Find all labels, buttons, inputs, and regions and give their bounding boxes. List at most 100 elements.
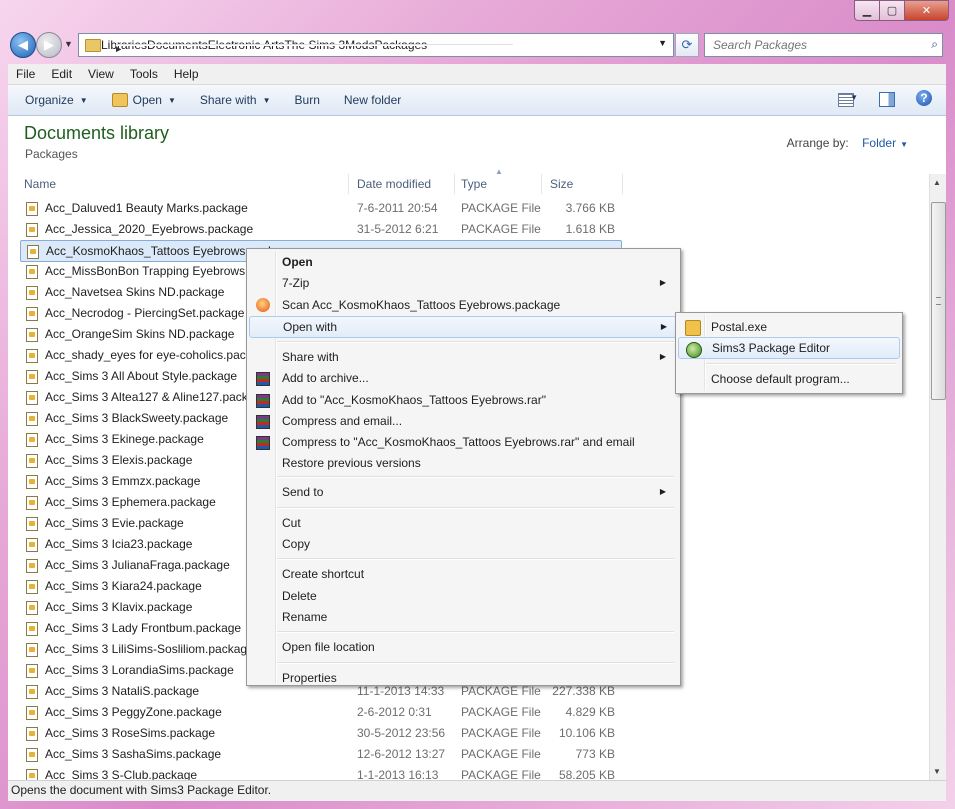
menu-item[interactable]: Create shortcut	[249, 563, 676, 585]
menu-item-label: Compress to "Acc_KosmoKhaos_Tattoos Eyeb…	[282, 435, 635, 450]
package-file-icon	[26, 223, 38, 237]
package-file-icon	[26, 454, 38, 468]
menu-view[interactable]: View	[80, 67, 122, 81]
menu-item[interactable]: Delete	[249, 585, 676, 607]
file-row[interactable]: Acc_Sims 3 PeggyZone.package 2-6-2012 0:3…	[20, 702, 620, 722]
close-button[interactable]: ✕	[905, 0, 949, 21]
menu-bar: File Edit View Tools Help	[8, 64, 946, 85]
open-button[interactable]: Open ▼	[111, 93, 176, 107]
menu-item[interactable]: Restore previous versions	[249, 452, 676, 474]
menu-item-label: Delete	[282, 588, 317, 603]
package-file-icon	[26, 265, 38, 279]
new-folder-button[interactable]: New folder	[344, 93, 401, 107]
file-name: Acc_Sims 3 LorandiaSims.package	[45, 663, 234, 677]
file-name: Acc_Sims 3 Elexis.package	[45, 453, 193, 467]
forward-button[interactable]: ▶	[36, 32, 62, 58]
package-file-icon	[26, 664, 38, 678]
menu-item[interactable]: 7-Zip ▶	[249, 272, 676, 294]
search-box[interactable]: ⌕	[704, 33, 943, 57]
menu-item[interactable]: Open file location	[249, 636, 676, 658]
column-header-date[interactable]: Date modified	[357, 174, 455, 194]
menu-file[interactable]: File	[8, 67, 43, 81]
menu-item[interactable]: Compress to "Acc_KosmoKhaos_Tattoos Eyeb…	[249, 431, 676, 453]
menu-item-label: Choose default program...	[711, 371, 850, 386]
library-title: Documents library	[24, 123, 170, 143]
package-file-icon	[26, 748, 38, 762]
menu-item[interactable]: Open	[249, 251, 676, 273]
file-name: Acc_Sims 3 Icia23.package	[45, 537, 193, 551]
file-row[interactable]: Acc_Sims 3 SashaSims.package 12-6-2012 13…	[20, 744, 620, 764]
menu-tools[interactable]: Tools	[122, 67, 166, 81]
recent-pages-dropdown[interactable]: ▼	[64, 39, 73, 49]
menu-item-label: Send to	[282, 485, 324, 500]
menu-item[interactable]: Choose default program...	[678, 368, 898, 390]
maximize-button[interactable]: ▢	[880, 0, 905, 21]
file-row[interactable]: Acc_Daluved1 Beauty Marks.package 7-6-201…	[20, 198, 620, 218]
breadcrumb: ▸Libraries▸Documents▸Electronic Arts▸The…	[101, 38, 513, 55]
menu-item-label: Restore previous versions	[282, 456, 421, 471]
file-name: Acc_Sims 3 Altea127 & Aline127.package	[45, 390, 268, 404]
search-icon[interactable]: ⌕	[931, 37, 938, 52]
menu-item[interactable]: Scan Acc_KosmoKhaos_Tattoos Eyebrows.pac…	[249, 294, 676, 316]
file-name: Acc_Sims 3 RoseSims.package	[45, 726, 216, 740]
menu-item[interactable]: Copy	[249, 533, 676, 555]
open-with-submenu: Postal.exe Sims3 Package Editor Choose def…	[675, 312, 903, 394]
file-type: PACKAGE File	[461, 222, 541, 236]
menu-item[interactable]: Add to "Acc_KosmoKhaos_Tattoos Eyebrows.…	[249, 389, 676, 411]
address-bar[interactable]: ▸Libraries▸Documents▸Electronic Arts▸The…	[78, 33, 674, 57]
date-modified: 31-5-2012 6:21	[357, 222, 439, 236]
chevron-right-icon[interactable]: ▸	[116, 44, 513, 55]
sort-ascending-icon: ▲	[495, 167, 503, 176]
file-name: Acc_shady_eyes for eye-coholics.package	[45, 348, 272, 362]
file-name: Acc_Sims 3 S-Club.package	[45, 768, 198, 780]
caption-buttons: ▁ ▢ ✕	[854, 0, 949, 21]
menu-item[interactable]: Rename	[249, 606, 676, 628]
back-button[interactable]: ◀	[10, 32, 36, 58]
package-file-icon	[26, 496, 38, 510]
file-name: Acc_Sims 3 Ephemera.package	[45, 495, 216, 509]
scrollbar-thumb[interactable]	[931, 202, 946, 400]
column-header-type[interactable]: Type	[461, 174, 542, 194]
file-row[interactable]: Acc_Sims 3 RoseSims.package 30-5-2012 23:…	[20, 723, 620, 743]
column-header-size[interactable]: Size	[550, 174, 623, 194]
view-options-icon[interactable]: ▼	[850, 93, 858, 102]
package-file-icon	[26, 706, 38, 720]
search-input[interactable]	[711, 37, 915, 53]
menu-item[interactable]: Share with ▶	[249, 346, 676, 368]
column-header-name[interactable]: Name	[24, 174, 349, 194]
file-size: 10.106 KB	[558, 726, 615, 740]
preview-pane-icon[interactable]	[879, 92, 895, 107]
minimize-button[interactable]: ▁	[854, 0, 880, 21]
share-with-button[interactable]: Share with ▼	[200, 93, 271, 107]
menu-item[interactable]: Compress and email...	[249, 410, 676, 432]
refresh-button[interactable]: ⟳	[675, 33, 699, 57]
menu-edit[interactable]: Edit	[43, 67, 80, 81]
address-history-icon[interactable]: ▼	[658, 38, 667, 48]
file-name: Acc_Sims 3 LiliSims-Sosliliom.package	[45, 642, 254, 656]
file-type: PACKAGE File	[461, 201, 541, 215]
menu-item[interactable]: Sims3 Package Editor	[678, 337, 900, 360]
menu-item[interactable]: Cut	[249, 512, 676, 534]
help-icon[interactable]: ?	[916, 90, 932, 106]
burn-button[interactable]: Burn	[295, 93, 320, 107]
chevron-right-icon: ▶	[659, 278, 666, 288]
file-row[interactable]: Acc_Sims 3 S-Club.package 1-1-2013 16:13 P…	[20, 765, 620, 780]
scroll-down-icon[interactable]: ▼	[933, 767, 941, 776]
menu-item[interactable]: Open with ▶	[249, 315, 678, 338]
menu-item[interactable]: Properties	[249, 667, 676, 689]
package-file-icon	[26, 643, 38, 657]
file-row[interactable]: Acc_Jessica_2020_Eyebrows.package 31-5-20…	[20, 219, 620, 239]
menu-item[interactable]: Send to ▶	[249, 481, 676, 503]
vertical-scrollbar[interactable]: ▲ ▼	[929, 174, 946, 780]
scroll-up-icon[interactable]: ▲	[933, 178, 941, 187]
file-name: Acc_Sims 3 All About Style.package	[45, 369, 238, 383]
menu-item[interactable]: Postal.exe	[678, 316, 898, 338]
menu-item[interactable]: Add to archive...	[249, 367, 676, 389]
package-file-icon	[26, 307, 38, 321]
date-modified: 2-6-2012 0:31	[357, 705, 432, 719]
chevron-down-icon[interactable]: ▼	[900, 140, 908, 149]
date-modified: 7-6-2011 20:54	[357, 201, 438, 215]
menu-help[interactable]: Help	[166, 67, 207, 81]
organize-button[interactable]: Organize ▼	[25, 93, 88, 107]
arrange-by-dropdown[interactable]: Folder	[862, 136, 896, 150]
